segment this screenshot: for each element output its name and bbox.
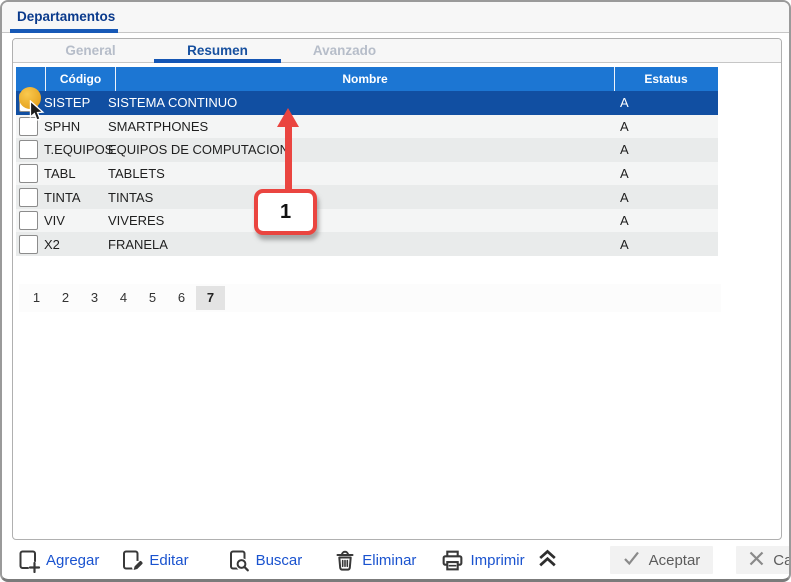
cancel-button[interactable]: Cancelar [736, 546, 791, 574]
page-number[interactable]: 5 [138, 286, 167, 310]
cell-estatus: A [620, 118, 629, 134]
departamentos-window: Departamentos General Resumen Avanzado C… [0, 0, 791, 582]
page-number[interactable]: 2 [51, 286, 80, 310]
row-checkbox[interactable] [19, 211, 38, 231]
main-panel: General Resumen Avanzado Código Nombre E… [12, 38, 782, 540]
bottom-toolbar: Agregar Editar Buscar Eliminar Imprimir … [2, 542, 789, 578]
cell-estatus: A [620, 166, 629, 182]
tab-resumen-label: Resumen [187, 43, 248, 58]
delete-button[interactable]: Eliminar [333, 548, 416, 573]
cell-codigo: VIV [44, 213, 65, 229]
window-titlebar: Departamentos [2, 2, 789, 33]
print-button-label: Imprimir [470, 551, 525, 569]
search-icon [227, 548, 251, 573]
cell-nombre: TABLETS [108, 166, 165, 182]
mouse-cursor-icon [29, 99, 45, 129]
page-number[interactable]: 1 [22, 286, 51, 310]
table-row[interactable]: SISTEP SISTEMA CONTINUO A [16, 91, 718, 115]
delete-button-label: Eliminar [362, 551, 417, 569]
table-row[interactable]: VIV VIVERES A [16, 208, 718, 233]
edit-icon [120, 548, 144, 573]
page-number[interactable]: 6 [167, 286, 196, 310]
tab-general-label: General [65, 43, 116, 58]
cell-nombre: EQUIPOS DE COMPUTACION [108, 142, 290, 158]
header-estatus: Estatus [614, 67, 717, 91]
cancel-button-label: Cancelar [773, 551, 791, 569]
tab-general[interactable]: General [27, 39, 154, 62]
annotation-step-badge: 1 [254, 189, 317, 235]
print-button[interactable]: Imprimir [440, 548, 525, 573]
table-row[interactable]: T.EQUIPOS EQUIPOS DE COMPUTACION A [16, 138, 718, 162]
cell-estatus: A [620, 213, 629, 229]
table-body: SISTEP SISTEMA CONTINUO A SPHN SMARTPHON… [16, 91, 718, 257]
accept-button-label: Aceptar [648, 551, 701, 569]
edit-button[interactable]: Editar [120, 548, 189, 573]
title-active-underline [10, 29, 118, 33]
edit-button-label: Editar [149, 551, 189, 569]
cell-codigo: TINTA [44, 189, 81, 205]
annotation-step-label: 1 [279, 200, 292, 223]
table-row[interactable]: TINTA TINTAS A [16, 185, 718, 209]
cell-codigo: SISTEP [44, 95, 91, 111]
x-icon [749, 551, 764, 570]
search-button[interactable]: Buscar [227, 548, 303, 573]
printer-icon [440, 548, 465, 573]
cell-estatus: A [620, 189, 629, 205]
tab-active-underline [154, 59, 281, 63]
cell-codigo: TABL [44, 166, 76, 182]
cell-codigo: X2 [44, 236, 60, 252]
cell-nombre: TINTAS [108, 189, 154, 205]
header-codigo: Código [45, 67, 115, 91]
table-row[interactable]: X2 FRANELA A [16, 232, 718, 257]
add-button[interactable]: Agregar [17, 548, 99, 573]
add-icon [17, 548, 41, 573]
tabstrip: General Resumen Avanzado [13, 39, 781, 63]
page-number[interactable]: 3 [80, 286, 109, 310]
cell-nombre: SMARTPHONES [108, 118, 209, 134]
table-header: Código Nombre Estatus [16, 67, 718, 91]
row-checkbox[interactable] [19, 234, 38, 254]
collapse-toolbar-button[interactable] [535, 545, 560, 575]
departments-table: Código Nombre Estatus SISTEP SISTEMA CON… [16, 67, 721, 312]
cell-nombre: FRANELA [108, 236, 168, 252]
header-nombre: Nombre [115, 67, 614, 91]
tab-resumen[interactable]: Resumen [154, 39, 281, 63]
row-checkbox[interactable] [19, 187, 38, 207]
table-row[interactable]: TABL TABLETS A [16, 161, 718, 186]
cell-estatus: A [620, 142, 629, 158]
row-checkbox[interactable] [19, 140, 38, 160]
double-chevron-up-icon [535, 545, 560, 575]
search-button-label: Buscar [255, 551, 303, 569]
annotation-arrow-shaft [285, 125, 292, 191]
page-number[interactable]: 4 [109, 286, 138, 310]
add-button-label: Agregar [46, 551, 100, 569]
cell-codigo: SPHN [44, 118, 81, 134]
tab-avanzado[interactable]: Avanzado [281, 39, 408, 62]
cell-nombre: SISTEMA CONTINUO [108, 95, 238, 111]
pagination: 1 2 3 4 5 6 7 [19, 284, 721, 312]
accept-button[interactable]: Aceptar [609, 546, 714, 574]
cell-nombre: VIVERES [108, 213, 165, 229]
tab-avanzado-label: Avanzado [312, 43, 377, 58]
check-icon [623, 551, 640, 570]
row-checkbox[interactable] [19, 164, 38, 184]
page-number-current[interactable]: 7 [196, 286, 225, 310]
cell-estatus: A [620, 236, 629, 252]
page-title: Departamentos [17, 9, 116, 24]
cell-estatus: A [620, 95, 629, 111]
table-row[interactable]: SPHN SMARTPHONES A [16, 114, 718, 139]
trash-icon [333, 548, 357, 573]
cell-codigo: T.EQUIPOS [44, 142, 114, 158]
